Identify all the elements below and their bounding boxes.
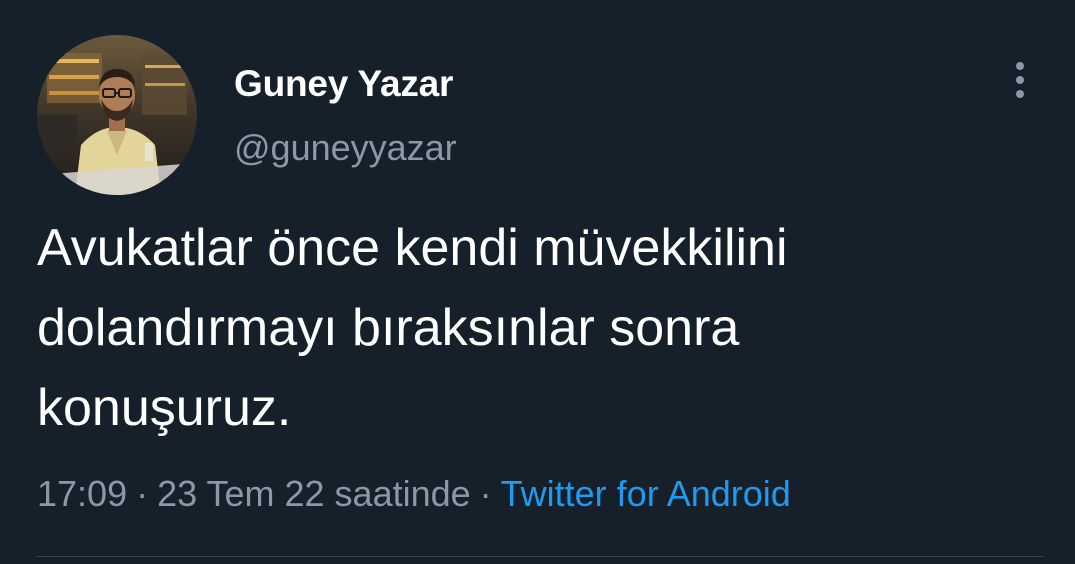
meta-separator: ·: [136, 473, 149, 514]
tweet-time[interactable]: 17:09: [37, 473, 127, 514]
meta-separator: ·: [479, 473, 492, 514]
more-dot-bottom: [1016, 90, 1024, 98]
more-options-icon[interactable]: [1000, 58, 1040, 102]
tweet-card: Guney Yazar @guneyyazar Avukatlar önce k…: [0, 0, 1075, 564]
tweet-metadata: 17:09 · 23 Tem 22 saatinde · Twitter for And…: [37, 468, 791, 520]
tweet-text: Avukatlar önce kendi müvekkilini dolandı…: [37, 219, 788, 437]
more-dot-middle: [1016, 76, 1024, 84]
tweet-date[interactable]: 23 Tem 22 saatinde: [157, 473, 471, 514]
author-display-name[interactable]: Guney Yazar: [234, 62, 453, 106]
author-handle[interactable]: @guneyyazar: [234, 126, 457, 170]
tweet-source-link[interactable]: Twitter for Android: [501, 473, 791, 514]
more-dot-top: [1016, 62, 1024, 70]
divider: [37, 556, 1043, 557]
avatar-photo: [37, 35, 197, 195]
avatar[interactable]: [37, 35, 197, 195]
